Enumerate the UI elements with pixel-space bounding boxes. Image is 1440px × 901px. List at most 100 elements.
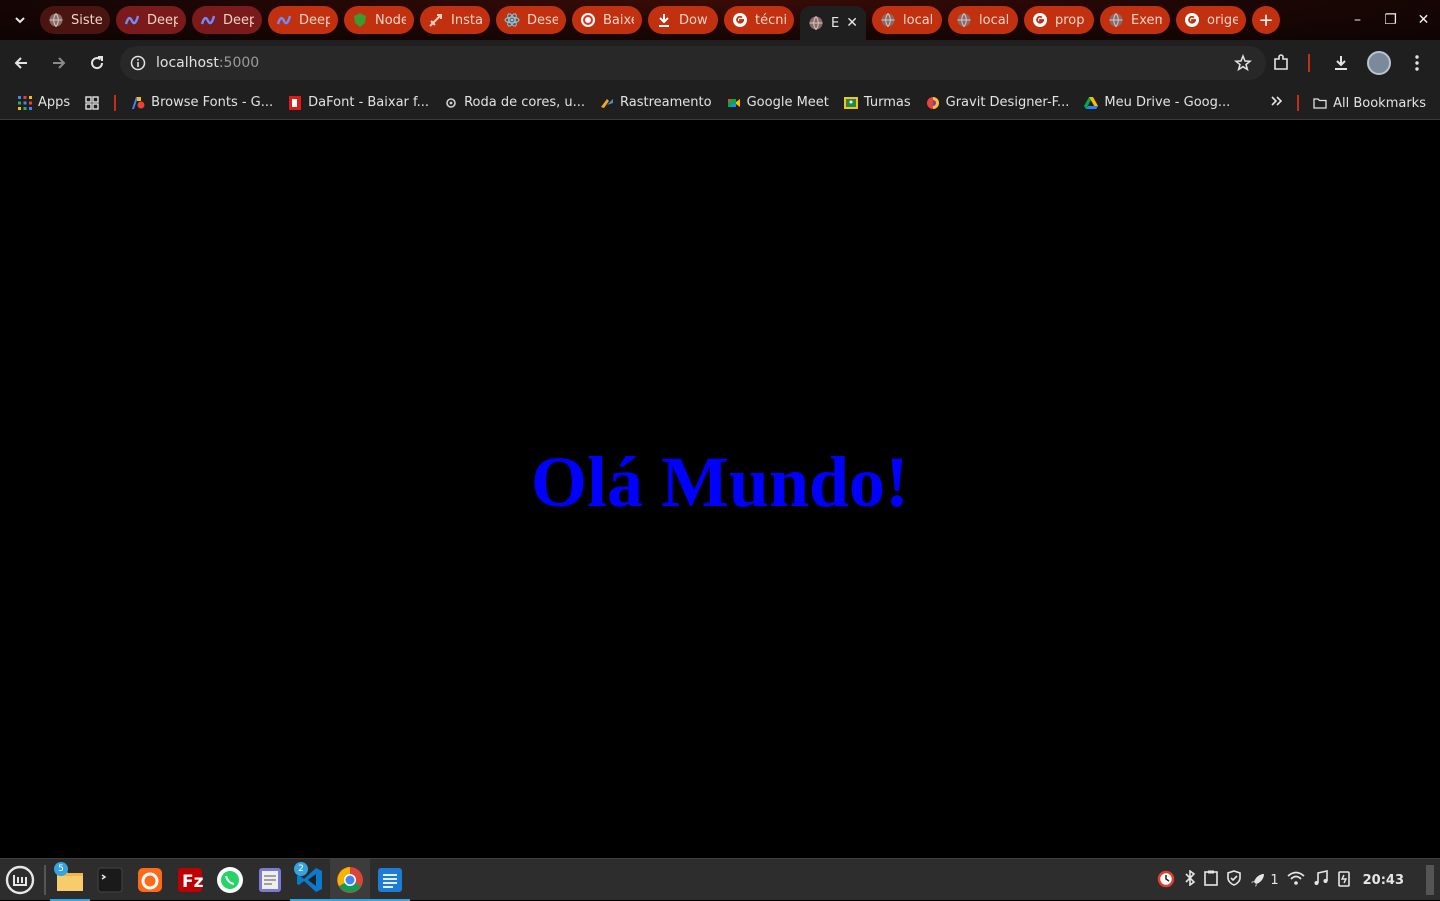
deepl-icon — [124, 12, 140, 28]
tab[interactable]: técni — [724, 6, 794, 34]
tab[interactable]: Node — [344, 6, 414, 34]
linux-mint-icon — [5, 865, 35, 894]
address-bar[interactable]: localhost:5000 — [120, 46, 1266, 80]
tray-bluetooth[interactable] — [1184, 869, 1196, 890]
bookmark-meu-drive[interactable]: Meu Drive - Goog... — [1084, 95, 1230, 110]
tray-sound[interactable] — [1313, 870, 1329, 890]
battery-plug-icon — [1337, 871, 1350, 887]
tab-title: local — [903, 12, 934, 28]
tab[interactable]: local — [872, 6, 942, 34]
profile-button[interactable] — [1362, 46, 1396, 80]
tab[interactable]: Baixe — [572, 6, 642, 34]
maximize-button[interactable]: ❐ — [1374, 12, 1407, 28]
taskbar-files[interactable]: 5 — [50, 859, 90, 901]
tab[interactable]: Insta — [420, 6, 490, 34]
tab[interactable]: Exem — [1100, 6, 1170, 34]
taskbar-filezilla[interactable]: Fz — [170, 859, 210, 901]
minimize-button[interactable]: – — [1341, 12, 1374, 28]
bluetooth-icon — [1185, 869, 1196, 887]
bookmarks-right: All Bookmarks — [1271, 86, 1426, 120]
bookmark-turmas[interactable]: Turmas — [843, 95, 911, 110]
bookmark-gravit[interactable]: Gravit Designer-F... — [926, 95, 1069, 110]
back-button[interactable] — [4, 46, 38, 80]
show-desktop-button[interactable] — [1426, 865, 1434, 895]
tray-power[interactable] — [1337, 869, 1351, 891]
bookmark-apps[interactable]: Apps — [18, 95, 70, 110]
tab[interactable]: prop — [1024, 6, 1094, 34]
tab-title: Node — [375, 12, 406, 28]
new-tab-button[interactable]: + — [1252, 6, 1280, 34]
globe-icon — [48, 12, 64, 28]
close-window-button[interactable]: ✕ — [1407, 12, 1440, 28]
chevron-down-icon — [15, 17, 25, 24]
taskbar-firefox[interactable] — [130, 859, 170, 901]
tab-title: Exem — [1131, 12, 1162, 28]
taskbar-text-editor[interactable] — [250, 859, 290, 901]
bookmark-browse-fonts[interactable]: Browse Fonts - G... — [131, 95, 273, 110]
download-circle-icon — [580, 12, 596, 28]
puzzle-icon — [1274, 54, 1288, 70]
reload-button[interactable] — [80, 46, 114, 80]
bookmark-label: Apps — [38, 95, 71, 110]
bookmarks-bar: Apps Browse Fonts - G... DaFont - Baixar… — [0, 86, 1440, 120]
taskbar-vscode[interactable]: 2 — [290, 859, 330, 901]
close-tab-icon[interactable]: ✕ — [846, 15, 858, 31]
classroom-icon — [843, 96, 858, 109]
firefox-icon — [138, 867, 162, 892]
tab[interactable]: Sistem — [40, 6, 110, 34]
bookmark-rastreamento[interactable]: Rastreamento — [600, 95, 712, 110]
forward-button[interactable] — [42, 46, 76, 80]
tray-notifications[interactable]: 1 — [1250, 872, 1279, 888]
double-chevron-right-icon — [1271, 96, 1283, 106]
bookmark-dafont[interactable]: DaFont - Baixar f... — [288, 95, 429, 110]
bookmark-label: Google Meet — [746, 95, 829, 110]
tab-search-button[interactable] — [0, 0, 40, 40]
avatar — [1367, 51, 1391, 75]
page-viewport: Olá Mundo! — [0, 121, 1440, 858]
tab[interactable]: Dow — [648, 6, 718, 34]
shield-icon — [1227, 870, 1242, 886]
tab[interactable]: Deep — [192, 6, 262, 34]
tab[interactable]: Deep — [116, 6, 186, 34]
taskbar-notes[interactable] — [370, 859, 410, 901]
taskbar-chrome[interactable] — [330, 858, 370, 901]
tray-alarm[interactable] — [1156, 868, 1176, 892]
tray-clock[interactable]: 20:43 — [1363, 873, 1404, 888]
tray-wifi[interactable] — [1287, 871, 1305, 889]
site-info-icon[interactable] — [130, 55, 146, 71]
color-wheel-icon — [446, 97, 456, 108]
google-icon — [1032, 12, 1048, 28]
taskbar-whatsapp[interactable] — [210, 859, 250, 901]
tab[interactable]: Dese — [496, 6, 566, 34]
taskbar-terminal[interactable] — [90, 859, 130, 901]
bookmark-color-wheel[interactable]: Roda de cores, u... — [444, 95, 585, 110]
tab[interactable]: Deep — [268, 6, 338, 34]
bookmarks-divider — [114, 94, 117, 111]
folder-icon — [1313, 98, 1327, 109]
globe-icon — [1108, 12, 1124, 28]
menu-button[interactable] — [1400, 46, 1434, 80]
notifications-count: 1 — [1270, 872, 1279, 888]
more-bookmarks-button[interactable] — [1271, 95, 1283, 111]
extensions-button[interactable] — [1264, 46, 1298, 80]
tab-groups-button[interactable] — [85, 95, 99, 110]
bookmark-star-icon[interactable] — [1234, 54, 1252, 72]
all-bookmarks-button[interactable]: All Bookmarks — [1313, 96, 1426, 111]
tab-title: local — [979, 12, 1010, 28]
drive-icon — [1084, 96, 1099, 109]
tab[interactable]: local — [948, 6, 1018, 34]
bookmark-label: Turmas — [863, 95, 911, 110]
tab[interactable]: orige — [1176, 6, 1246, 34]
google-icon — [732, 12, 748, 28]
tab-grid-icon — [85, 95, 99, 110]
tray-shield[interactable] — [1226, 870, 1242, 890]
bookmark-google-meet[interactable]: Google Meet — [727, 95, 829, 110]
tab-active[interactable]: E ✕ — [800, 6, 866, 40]
google-fonts-icon — [132, 96, 145, 109]
arrow-left-icon — [14, 57, 27, 69]
tray-clipboard[interactable] — [1204, 870, 1219, 890]
filezilla-icon: Fz — [178, 867, 203, 892]
apps-grid-icon — [18, 95, 32, 110]
downloads-button[interactable] — [1324, 46, 1358, 80]
menu-button-mint[interactable] — [0, 859, 40, 901]
